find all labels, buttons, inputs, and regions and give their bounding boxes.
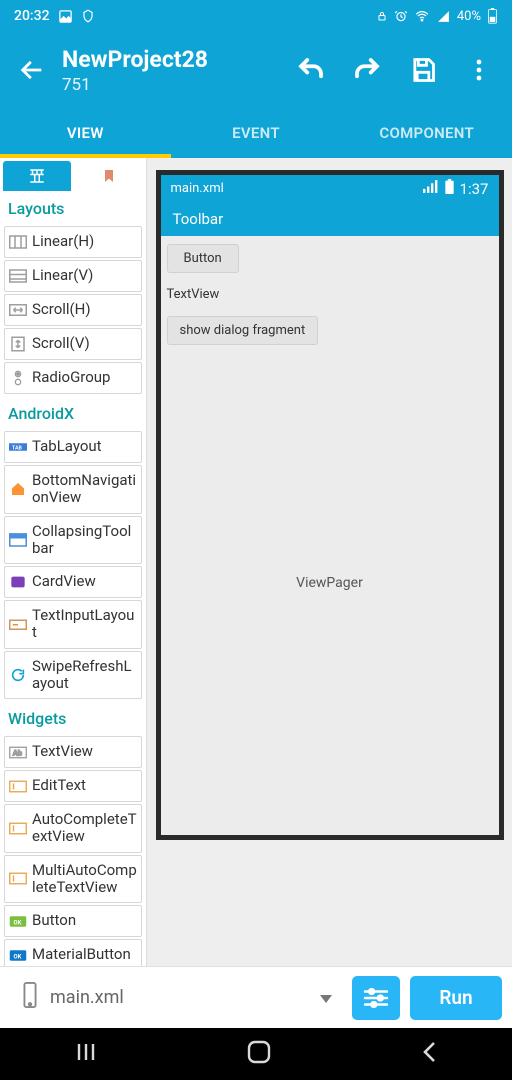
canvas-button-2[interactable]: show dialog fragment [167,316,319,345]
comp-cardview[interactable]: CardView [4,566,142,598]
tab-icon: TAB [9,438,27,456]
svg-text:Ab: Ab [13,748,22,757]
comp-linear-h[interactable]: Linear(H) [4,226,142,258]
radio-icon [9,369,27,387]
chevron-down-icon [320,987,332,1008]
comp-button[interactable]: OKButton [4,905,142,937]
file-name: main.xml [50,987,124,1008]
component-palette: Layouts Linear(H) Linear(V) Scroll(H) Sc… [0,158,147,966]
shield-icon [81,9,95,23]
refresh-icon [9,666,27,684]
svg-text:TAB: TAB [12,445,23,451]
textview-icon: Ab [9,743,27,761]
scroll-icon [9,335,27,353]
comp-collapsingtoolbar[interactable]: CollapsingToolbar [4,516,142,565]
section-layouts: Layouts [0,191,146,224]
section-widgets: Widgets [0,701,146,734]
palette-tab-widgets[interactable] [3,161,71,191]
file-icon [20,982,40,1013]
comp-multiautocomplete[interactable]: MultiAutoCompleteTextView [4,855,142,904]
layout-icon [9,233,27,251]
edittext-icon [9,777,27,795]
button-icon: OK [9,912,27,930]
tab-component[interactable]: COMPONENT [341,108,512,158]
comp-materialbutton[interactable]: OKMaterialButton [4,939,142,966]
layout-icon [9,267,27,285]
canvas-textview[interactable]: TextView [167,273,493,302]
canvas-status-bar: main.xml 1:37 [161,175,499,202]
palette-tab-bookmark[interactable] [75,161,143,191]
canvas-file-label: main.xml [171,181,224,196]
autocomplete-icon [9,870,27,888]
image-icon [58,9,73,24]
project-title: NewProject28 [62,46,294,73]
comp-autocomplete[interactable]: AutoCompleteTextView [4,804,142,853]
signal-icon [436,10,451,23]
comp-swiperefresh[interactable]: SwipeRefreshLayout [4,651,142,700]
tab-event[interactable]: EVENT [171,108,342,158]
home-icon [9,480,27,498]
app-bar: NewProject28 751 [0,32,512,108]
undo-button[interactable] [294,53,328,87]
battery-pct: 40% [457,9,481,24]
comp-textinputlayout[interactable]: TextInputLayout [4,600,142,649]
run-button[interactable]: Run [410,976,502,1020]
comp-scroll-h[interactable]: Scroll(H) [4,294,142,326]
textinput-icon [9,615,27,633]
canvas-viewpager[interactable]: ViewPager [167,575,493,591]
canvas-button-1[interactable]: Button [167,244,239,273]
lock-icon [376,9,388,23]
back-button[interactable] [10,48,54,92]
battery-icon [445,179,454,198]
nav-back-button[interactable] [420,1040,438,1068]
settings-button[interactable] [352,976,400,1020]
system-nav-bar [0,1028,512,1080]
scroll-icon [9,301,27,319]
project-subtitle: 751 [62,75,294,95]
nav-recents-button[interactable] [74,1042,98,1066]
bottom-toolbar: main.xml Run [0,966,512,1028]
signal-icon [423,180,439,197]
file-selector[interactable]: main.xml [10,976,342,1020]
canvas-time: 1:37 [460,180,489,198]
section-androidx: AndroidX [0,396,146,429]
design-canvas[interactable]: main.xml 1:37 Toolbar Button TextView sh… [156,170,504,840]
wifi-icon [414,9,430,23]
comp-textview[interactable]: AbTextView [4,736,142,768]
autocomplete-icon [9,819,27,837]
redo-button[interactable] [350,53,384,87]
comp-bottomnav[interactable]: BottomNavigationView [4,465,142,514]
comp-edittext[interactable]: EditText [4,770,142,802]
comp-linear-v[interactable]: Linear(V) [4,260,142,292]
comp-tablayout[interactable]: TABTabLayout [4,431,142,463]
save-button[interactable] [406,53,440,87]
status-bar: 20:32 40% [0,0,512,32]
battery-icon [487,8,498,24]
button-icon: OK [9,946,27,964]
comp-radiogroup[interactable]: RadioGroup [4,362,142,394]
toolbar-icon [9,531,27,549]
alarm-icon [394,9,408,23]
comp-scroll-v[interactable]: Scroll(V) [4,328,142,360]
nav-home-button[interactable] [246,1039,272,1069]
svg-text:OK: OK [14,919,22,926]
tab-view[interactable]: VIEW [0,108,171,158]
main-tabs: VIEW EVENT COMPONENT [0,108,512,158]
canvas-toolbar[interactable]: Toolbar [161,202,499,236]
status-time: 20:32 [14,8,50,24]
svg-text:OK: OK [14,953,22,960]
overflow-menu-button[interactable] [462,53,496,87]
card-icon [9,573,27,591]
